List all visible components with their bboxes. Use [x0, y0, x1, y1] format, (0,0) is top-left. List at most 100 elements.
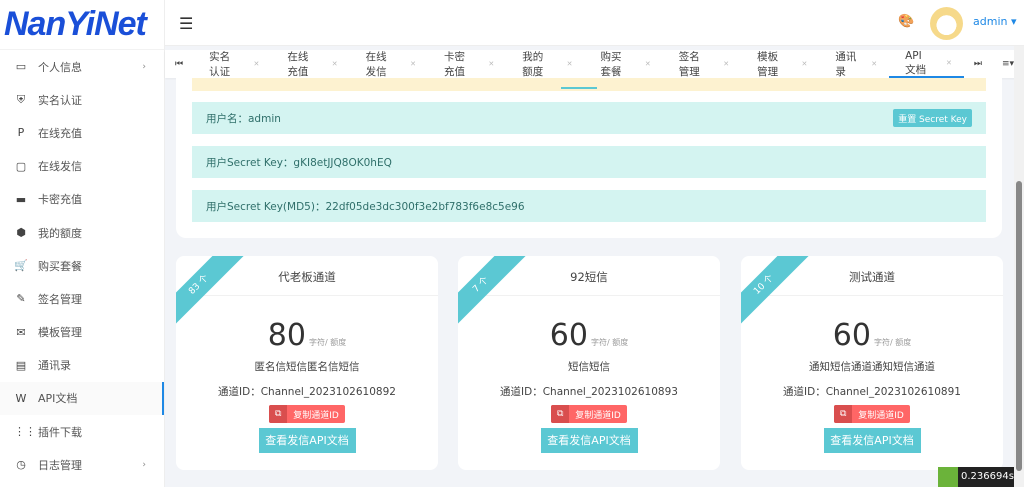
contacts-icon: ▤ — [15, 358, 27, 372]
sidebar-item[interactable]: ▬ 卡密充值 — [0, 183, 164, 216]
tab-label: 通讯录 — [835, 51, 857, 78]
sidebar-item[interactable]: 🛒 购买套餐 — [0, 249, 164, 282]
menu-toggle-icon[interactable]: ☰ — [179, 14, 193, 33]
avatar[interactable] — [930, 7, 963, 40]
chevron-right-icon: › — [142, 61, 146, 72]
logo[interactable]: NanYiNet — [0, 0, 164, 50]
sidebar-item[interactable]: ✎ 签名管理 — [0, 282, 164, 315]
close-tab-icon[interactable]: ✕ — [488, 60, 494, 68]
char-count: 60 字符/ 额度 — [458, 318, 720, 353]
count-unit: 字符/ 额度 — [590, 338, 629, 347]
channel-desc: 通知短信通道通知短信通道 — [809, 361, 935, 373]
tab-label: 我的额度 — [522, 51, 544, 78]
channel-card: 7 个 92短信 60 字符/ 额度 短信短信 通道ID：Channel_2023… — [458, 256, 720, 470]
count-value: 80 — [267, 318, 306, 353]
account-card: 用户名：admin 重置 Secret Key 用户Secret Key：gKI… — [176, 78, 1002, 238]
sidebar-item-label: 在线充值 — [38, 126, 82, 140]
count-unit: 字符/ 额度 — [308, 338, 347, 347]
tab[interactable]: 通讯录 ✕ — [819, 50, 889, 78]
close-tab-icon[interactable]: ✕ — [254, 60, 260, 68]
close-tab-icon[interactable]: ✕ — [567, 60, 573, 68]
palette-icon[interactable]: 🎨 — [898, 14, 914, 29]
sidebar-item-label: 实名认证 — [38, 93, 82, 107]
copy-channel-id-button[interactable]: ⧉ 复制通道ID — [834, 405, 910, 423]
tab[interactable]: 在线充值 ✕ — [271, 50, 349, 78]
sidebar-item-label: 模板管理 — [38, 326, 82, 340]
copy-label: 复制通道ID — [858, 410, 904, 421]
copy-icon: ⧉ — [269, 405, 288, 423]
sidebar-item-label: 插件下载 — [38, 425, 82, 439]
sidebar-item[interactable]: ⬢ 我的额度 — [0, 216, 164, 249]
sidebar-item-label: API文档 — [38, 392, 78, 406]
pen-icon: ✎ — [16, 292, 26, 306]
sidebar-item[interactable]: W API文档 — [0, 381, 164, 416]
sidebar-item[interactable]: ✉ 模板管理 — [0, 316, 164, 349]
tab[interactable]: 我的额度 ✕ — [506, 50, 584, 78]
chevron-right-icon: › — [142, 459, 146, 470]
scrollbar[interactable] — [1014, 46, 1024, 487]
sidebar-item[interactable]: ⋮⋮ 插件下载 — [0, 415, 164, 448]
close-tab-icon[interactable]: ✕ — [801, 60, 807, 68]
copy-label: 复制通道ID — [293, 410, 339, 421]
sidebar-item[interactable]: ▭ 个人信息 › — [0, 50, 164, 83]
channel-desc: 匿名信短信匿名信短信 — [254, 361, 360, 373]
sidebar-item-label: 签名管理 — [38, 292, 82, 306]
sidebar-item-label: 我的额度 — [38, 226, 82, 240]
close-tab-icon[interactable]: ✕ — [946, 59, 952, 67]
copy-channel-id-button[interactable]: ⧉ 复制通道ID — [551, 405, 627, 423]
reset-secret-key-button[interactable]: 重置 Secret Key — [893, 109, 972, 127]
close-tab-icon[interactable]: ✕ — [723, 60, 729, 68]
alert-button[interactable] — [561, 87, 597, 89]
sidebar-item[interactable]: ▤ 通讯录 — [0, 349, 164, 382]
user-menu[interactable]: admin ▾ — [973, 15, 1017, 28]
close-tab-icon[interactable]: ✕ — [871, 60, 877, 68]
tab-label: 实名认证 — [209, 51, 231, 78]
view-api-doc-button[interactable]: 查看发信API文档 — [258, 428, 356, 453]
channel-id: 通道ID：Channel_2023102610891 — [783, 386, 961, 398]
tabs-next-icon[interactable]: ⏭ — [964, 59, 992, 69]
close-tab-icon[interactable]: ✕ — [410, 60, 416, 68]
view-api-doc-button[interactable]: 查看发信API文档 — [540, 428, 638, 453]
sidebar-item-label: 日志管理 — [38, 458, 82, 472]
alert-banner — [192, 78, 986, 91]
tab[interactable]: 卡密充值 ✕ — [428, 50, 506, 78]
tabs-prev-icon[interactable]: ⏮ — [165, 59, 193, 69]
tab[interactable]: 模板管理 ✕ — [741, 50, 819, 78]
sidebar-item[interactable]: ▢ 在线发信 — [0, 150, 164, 183]
sidebar-item-label: 卡密充值 — [38, 193, 82, 207]
sidebar-item-label: 个人信息 — [38, 60, 82, 74]
tab[interactable]: 购买套餐 ✕ — [585, 50, 663, 78]
tab[interactable]: 实名认证 ✕ — [193, 50, 271, 78]
chat-icon: ▢ — [15, 159, 27, 173]
debug-timer[interactable]: 0.236694s — [938, 467, 1014, 487]
scrollbar-thumb[interactable] — [1016, 181, 1022, 471]
tab-label: 在线充值 — [287, 51, 309, 78]
channel-card: 83 个 代老板通道 80 字符/ 额度 匿名信短信匿名信短信 通道ID：Chan… — [176, 256, 438, 470]
debug-logo-icon — [938, 467, 958, 487]
copy-channel-id-button[interactable]: ⧉ 复制通道ID — [269, 405, 345, 423]
tab[interactable]: 在线发信 ✕ — [350, 50, 428, 78]
username-row: 用户名：admin 重置 Secret Key — [192, 102, 986, 134]
sidebar-item[interactable]: ⛨ 实名认证 — [0, 83, 164, 116]
channel-id: 通道ID：Channel_2023102610892 — [218, 386, 396, 398]
tab-label: 模板管理 — [757, 51, 779, 78]
tab[interactable]: 签名管理 ✕ — [663, 50, 741, 78]
secret-key-row: 用户Secret Key：gKI8etJJQ8OK0hEQ — [192, 146, 986, 178]
secret-key-md5-row: 用户Secret Key(MD5)：22df05de3dc300f3e2bf78… — [192, 190, 986, 222]
tab-bar: ⏮ 实名认证 ✕ 在线充值 ✕ 在线发信 ✕ 卡密充值 ✕ 我的额度 ✕ 购买套餐 ✕ 签名管理 ✕ 模板管… — [165, 50, 1024, 78]
secret-key-value: 用户Secret Key：gKI8etJJQ8OK0hEQ — [206, 156, 392, 169]
close-tab-icon[interactable]: ✕ — [332, 60, 338, 68]
cube-icon: ⬢ — [16, 226, 26, 240]
sidebar-item[interactable]: ◷ 日志管理 › — [0, 448, 164, 481]
sidebar-item-label: 购买套餐 — [38, 259, 82, 273]
channel-desc: 短信短信 — [568, 361, 610, 373]
tab-label: 购买套餐 — [600, 51, 622, 78]
card-icon: ▬ — [15, 192, 27, 206]
tab-label: 在线发信 — [365, 51, 387, 78]
grid-icon: ⋮⋮ — [14, 425, 36, 439]
tab[interactable]: API文档 ✕ — [889, 50, 964, 78]
sidebar-item[interactable]: P 在线充值 — [0, 116, 164, 149]
close-tab-icon[interactable]: ✕ — [645, 60, 651, 68]
view-api-doc-button[interactable]: 查看发信API文档 — [823, 428, 921, 453]
word-icon: W — [15, 391, 27, 405]
